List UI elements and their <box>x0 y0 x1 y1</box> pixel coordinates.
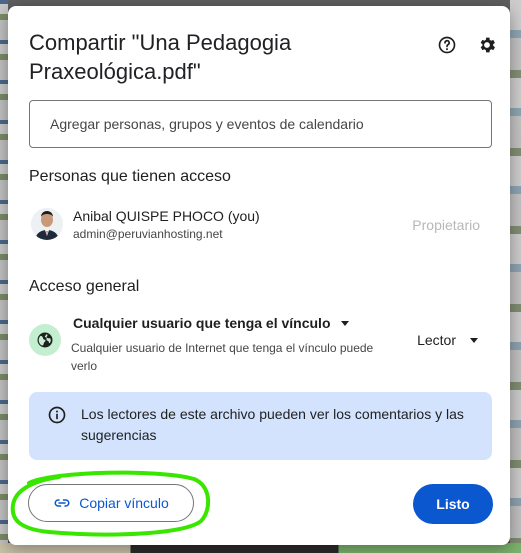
help-icon[interactable] <box>434 32 460 58</box>
background-content-left <box>0 0 8 553</box>
people-access-heading: Personas que tienen acceso <box>29 168 231 185</box>
dialog-header-actions <box>434 32 500 58</box>
add-people-input[interactable] <box>29 100 492 148</box>
chevron-down-icon <box>470 337 478 343</box>
general-access-description: Cualquier usuario de Internet que tenga … <box>71 341 374 373</box>
link-role-dropdown[interactable]: Lector <box>417 332 478 348</box>
settings-gear-icon[interactable] <box>474 32 500 58</box>
link-icon <box>54 499 70 507</box>
background-content-right <box>510 0 521 553</box>
person-name: Anibal QUISPE PHOCO (you) <box>73 208 260 224</box>
info-banner: Los lectores de este archivo pueden ver … <box>29 392 492 460</box>
person-row: Anibal QUISPE PHOCO (you) admin@peruvian… <box>29 206 492 246</box>
link-role-label: Lector <box>417 332 456 348</box>
owner-role-label: Propietario <box>412 217 480 233</box>
globe-icon <box>29 324 61 356</box>
copy-link-button[interactable]: Copiar vínculo <box>28 484 194 522</box>
general-access-row: Cualquier usuario que tenga el vínculo C… <box>29 312 492 373</box>
info-text: Los lectores de este archivo pueden ver … <box>81 406 464 443</box>
avatar <box>31 208 63 240</box>
done-button[interactable]: Listo <box>413 484 493 524</box>
share-dialog: Compartir "Una Pedagogia Praxeológica.pd… <box>8 6 510 545</box>
info-icon <box>48 406 66 424</box>
general-access-dropdown[interactable]: Cualquier usuario que tenga el vínculo <box>73 315 349 331</box>
chevron-down-icon <box>340 320 349 326</box>
copy-link-label: Copiar vínculo <box>79 495 169 511</box>
general-access-heading: Acceso general <box>29 278 140 295</box>
dialog-title: Compartir "Una Pedagogia Praxeológica.pd… <box>29 30 292 84</box>
person-email: admin@peruvianhosting.net <box>73 227 223 241</box>
general-access-selected: Cualquier usuario que tenga el vínculo <box>73 315 331 331</box>
